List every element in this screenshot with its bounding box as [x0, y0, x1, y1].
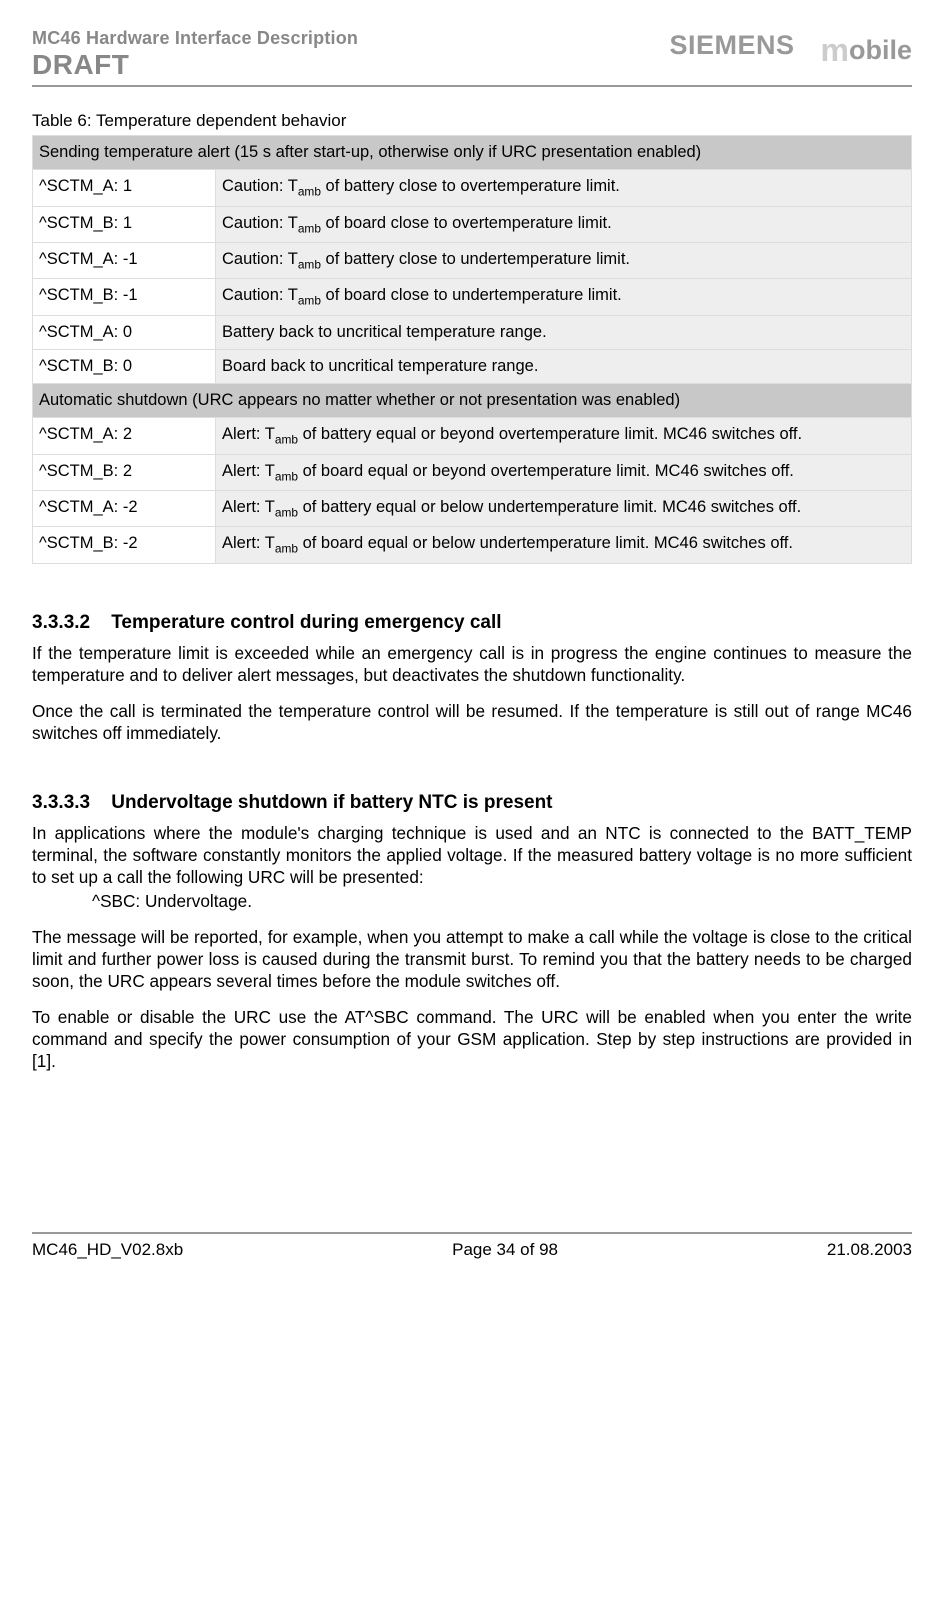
table-section-cell: Sending temperature alert (15 s after st… [33, 136, 912, 170]
cell-code: ^SCTM_B: -2 [33, 527, 216, 563]
temperature-behavior-table: Sending temperature alert (15 s after st… [32, 135, 912, 564]
cell-code: ^SCTM_B: 0 [33, 349, 216, 383]
section-3332-p1: If the temperature limit is exceeded whi… [32, 642, 912, 686]
cell-desc: Caution: Tamb of board close to undertem… [216, 279, 912, 315]
table-section-cell: Automatic shutdown (URC appears no matte… [33, 384, 912, 418]
cell-code: ^SCTM_A: -2 [33, 491, 216, 527]
table-section-header: Sending temperature alert (15 s after st… [33, 136, 912, 170]
table-row: ^SCTM_A: 2Alert: Tamb of battery equal o… [33, 418, 912, 454]
table-row: ^SCTM_A: -1Caution: Tamb of battery clos… [33, 242, 912, 278]
cell-desc: Caution: Tamb of battery close to overte… [216, 170, 912, 206]
draft-label: DRAFT [32, 49, 358, 81]
heading-number: 3.3.3.2 [32, 612, 90, 633]
cell-desc: Alert: Tamb of battery equal or beyond o… [216, 418, 912, 454]
cell-desc: Alert: Tamb of board equal or beyond ove… [216, 454, 912, 490]
table-row: ^SCTM_B: -2Alert: Tamb of board equal or… [33, 527, 912, 563]
header-logos: SIEMENS mobile [670, 28, 913, 67]
mobile-logo-rest: obile [849, 35, 912, 65]
section-3333-urc: ^SBC: Undervoltage. [32, 890, 912, 912]
page-header: MC46 Hardware Interface Description DRAF… [32, 28, 912, 87]
cell-code: ^SCTM_A: 1 [33, 170, 216, 206]
section-3333-p2: The message will be reported, for exampl… [32, 926, 912, 992]
footer-right: 21.08.2003 [827, 1240, 912, 1260]
cell-desc: Battery back to uncritical temperature r… [216, 315, 912, 349]
cell-code: ^SCTM_A: 2 [33, 418, 216, 454]
footer-center: Page 34 of 98 [452, 1240, 558, 1260]
heading-text: Undervoltage shutdown if battery NTC is … [111, 792, 552, 813]
heading-text: Temperature control during emergency cal… [111, 612, 501, 633]
cell-desc: Alert: Tamb of board equal or below unde… [216, 527, 912, 563]
page-footer: MC46_HD_V02.8xb Page 34 of 98 21.08.2003 [32, 1232, 912, 1260]
table-section-header: Automatic shutdown (URC appears no matte… [33, 384, 912, 418]
section-3332-p2: Once the call is terminated the temperat… [32, 700, 912, 744]
mobile-logo: mobile [821, 30, 912, 67]
table-row: ^SCTM_A: 1Caution: Tamb of battery close… [33, 170, 912, 206]
cell-desc: Caution: Tamb of board close to overtemp… [216, 206, 912, 242]
header-left: MC46 Hardware Interface Description DRAF… [32, 28, 358, 81]
heading-number: 3.3.3.3 [32, 792, 90, 813]
section-3333-heading: 3.3.3.3 Undervoltage shutdown if battery… [32, 792, 912, 814]
footer-left: MC46_HD_V02.8xb [32, 1240, 183, 1260]
cell-code: ^SCTM_A: -1 [33, 242, 216, 278]
table-row: ^SCTM_A: -2Alert: Tamb of battery equal … [33, 491, 912, 527]
cell-code: ^SCTM_B: 1 [33, 206, 216, 242]
table-row: ^SCTM_B: 0Board back to uncritical tempe… [33, 349, 912, 383]
cell-desc: Board back to uncritical temperature ran… [216, 349, 912, 383]
table-row: ^SCTM_A: 0Battery back to uncritical tem… [33, 315, 912, 349]
doc-title: MC46 Hardware Interface Description [32, 28, 358, 49]
table-row: ^SCTM_B: 1Caution: Tamb of board close t… [33, 206, 912, 242]
section-3333-p3: To enable or disable the URC use the AT^… [32, 1006, 912, 1072]
cell-code: ^SCTM_A: 0 [33, 315, 216, 349]
table-row: ^SCTM_B: 2Alert: Tamb of board equal or … [33, 454, 912, 490]
mobile-logo-accent: m [821, 32, 849, 68]
cell-desc: Alert: Tamb of battery equal or below un… [216, 491, 912, 527]
cell-code: ^SCTM_B: 2 [33, 454, 216, 490]
section-3333-p1: In applications where the module's charg… [32, 822, 912, 888]
section-3332-heading: 3.3.3.2 Temperature control during emerg… [32, 612, 912, 634]
table-caption: Table 6: Temperature dependent behavior [32, 111, 912, 131]
siemens-logo: SIEMENS [670, 30, 795, 61]
table-row: ^SCTM_B: -1Caution: Tamb of board close … [33, 279, 912, 315]
cell-code: ^SCTM_B: -1 [33, 279, 216, 315]
cell-desc: Caution: Tamb of battery close to undert… [216, 242, 912, 278]
